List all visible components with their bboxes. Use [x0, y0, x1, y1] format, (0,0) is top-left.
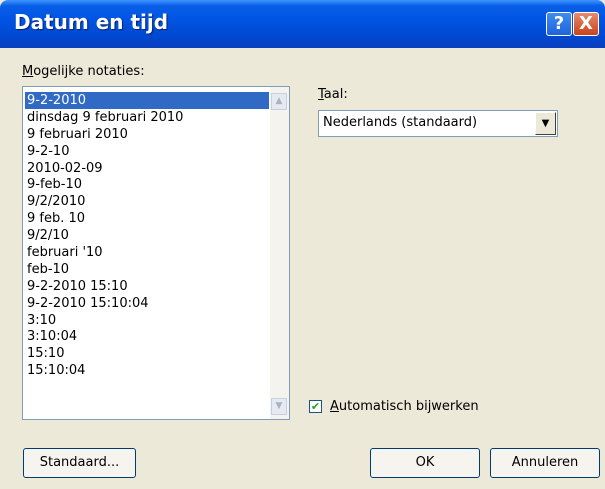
- dialog-title: Datum en tijd: [14, 10, 169, 34]
- format-list-item[interactable]: 9-2-10: [25, 143, 269, 160]
- language-label: Taal:: [318, 87, 348, 102]
- format-list-item[interactable]: 3:10:04: [25, 328, 269, 345]
- help-button[interactable]: ?: [546, 12, 572, 36]
- scroll-down-button[interactable]: ▼: [271, 398, 287, 415]
- chevron-down-icon[interactable]: ▼: [535, 112, 556, 135]
- format-list-item[interactable]: 9/2/10: [25, 227, 269, 244]
- format-list-item[interactable]: feb-10: [25, 261, 269, 278]
- format-list-item[interactable]: 3:10: [25, 312, 269, 329]
- checkmark-icon: ✔: [310, 400, 321, 413]
- language-select[interactable]: Nederlands (standaard) ▼: [318, 110, 558, 137]
- format-list-item[interactable]: februari '10: [25, 244, 269, 261]
- formats-list: 9-2-2010 dinsdag 9 februari 2010 9 februar…: [25, 92, 269, 379]
- format-list-item[interactable]: 15:10: [25, 345, 269, 362]
- close-button[interactable]: X: [573, 12, 599, 36]
- cancel-button[interactable]: Annuleren: [490, 448, 600, 478]
- formats-listbox[interactable]: 9-2-2010 dinsdag 9 februari 2010 9 februar…: [22, 86, 290, 420]
- scroll-up-button[interactable]: ▲: [271, 93, 287, 110]
- format-list-item[interactable]: 9 februari 2010: [25, 126, 269, 143]
- format-list-item[interactable]: 9/2/2010: [25, 193, 269, 210]
- format-list-item[interactable]: 9-2-2010 15:10:04: [25, 295, 269, 312]
- title-bar[interactable]: Datum en tijd ? X: [0, 0, 605, 48]
- auto-update-label[interactable]: Automatisch bijwerken: [330, 399, 479, 414]
- default-button-label: Standaard...: [39, 455, 120, 470]
- auto-update-checkbox[interactable]: ✔: [309, 400, 322, 413]
- formats-scrollbar[interactable]: ▲ ▼: [270, 87, 289, 419]
- formats-label: Mogelijke notaties:: [22, 64, 145, 79]
- format-list-item[interactable]: 15:10:04: [25, 362, 269, 379]
- format-list-item[interactable]: 9-2-2010: [25, 92, 269, 109]
- format-list-item[interactable]: dinsdag 9 februari 2010: [25, 109, 269, 126]
- language-value: Nederlands (standaard): [323, 115, 478, 130]
- default-button[interactable]: Standaard...: [23, 448, 136, 478]
- format-list-item[interactable]: 2010-02-09: [25, 160, 269, 177]
- date-time-dialog: Datum en tijd ? X Mogelijke notaties: 9-…: [0, 0, 605, 489]
- ok-button[interactable]: OK: [370, 448, 480, 478]
- format-list-item[interactable]: 9-feb-10: [25, 176, 269, 193]
- format-list-item[interactable]: 9-2-2010 15:10: [25, 278, 269, 295]
- format-list-item[interactable]: 9 feb. 10: [25, 210, 269, 227]
